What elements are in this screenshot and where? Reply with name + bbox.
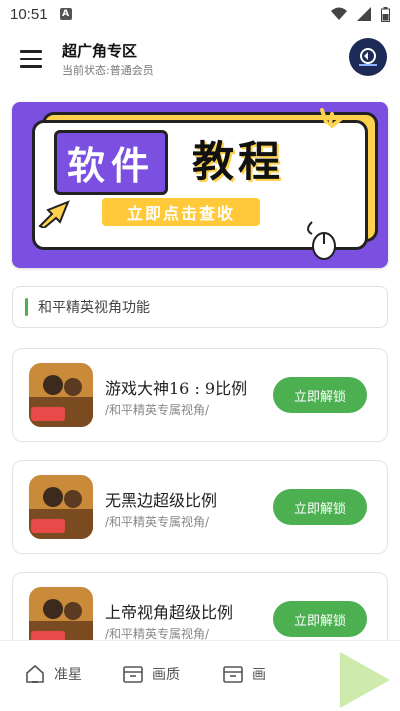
app-logo[interactable] xyxy=(349,38,387,76)
banner-cta[interactable]: 立即点击查收 xyxy=(102,198,260,226)
nav-item-third[interactable]: 画 xyxy=(222,663,266,685)
home-icon xyxy=(26,664,44,683)
unlock-button[interactable]: 立即解锁 xyxy=(273,489,367,525)
game-thumbnail xyxy=(29,363,93,427)
nav-item-crosshair[interactable]: 准星 xyxy=(24,663,82,685)
watermark-play-icon xyxy=(340,652,390,708)
nav-label: 画 xyxy=(252,667,266,683)
cursor-arrow-icon xyxy=(38,200,70,228)
banner-tag-software: 软件 xyxy=(54,130,169,195)
status-bar: 10:51 A xyxy=(0,0,400,28)
tutorial-banner[interactable]: 软件 教程 立即点击查收 xyxy=(12,102,388,268)
item-title: 上帝视角超级比例 xyxy=(105,603,234,622)
item-title: 无黑边超级比例 xyxy=(105,491,218,510)
item-title: 游戏大神16 : 9比例 xyxy=(105,379,248,398)
game-thumbnail xyxy=(29,475,93,539)
game-art-icon xyxy=(29,363,93,427)
status-icons xyxy=(331,6,390,22)
unlock-button[interactable]: 立即解锁 xyxy=(273,377,367,413)
logo-mark-icon xyxy=(359,48,377,66)
section-header: 和平精英视角功能 xyxy=(12,286,388,328)
section-accent-bar xyxy=(25,298,28,316)
wifi-icon xyxy=(331,7,347,20)
nav-label: 画质 xyxy=(152,667,180,683)
unlock-button[interactable]: 立即解锁 xyxy=(273,601,367,637)
box-icon xyxy=(223,666,243,683)
list-item[interactable]: 无黑边超级比例 /和平精英专属视角/ 立即解锁 xyxy=(12,460,388,554)
nav-item-quality[interactable]: 画质 xyxy=(122,663,180,685)
item-description: /和平精英专属视角/ xyxy=(105,515,210,529)
menu-icon[interactable] xyxy=(20,50,42,68)
box-icon xyxy=(123,666,143,683)
list-item[interactable]: 游戏大神16 : 9比例 /和平精英专属视角/ 立即解锁 xyxy=(12,348,388,442)
game-art-icon xyxy=(29,475,93,539)
page-title: 超广角专区 xyxy=(62,42,138,60)
battery-icon xyxy=(381,6,390,22)
app-header: 超广角专区 当前状态:普通会员 xyxy=(0,36,400,80)
status-time: 10:51 xyxy=(10,5,48,23)
mouse-icon xyxy=(307,221,336,260)
banner-tag-tutorial: 教程 xyxy=(192,137,285,186)
section-label: 和平精英视角功能 xyxy=(38,300,150,316)
item-description: /和平精英专属视角/ xyxy=(105,403,210,417)
signal-icon xyxy=(357,7,371,21)
sparkle-icon xyxy=(320,108,344,128)
membership-status: 当前状态:普通会员 xyxy=(62,64,154,77)
nav-label: 准星 xyxy=(54,667,82,683)
notification-icon: A xyxy=(59,8,72,20)
